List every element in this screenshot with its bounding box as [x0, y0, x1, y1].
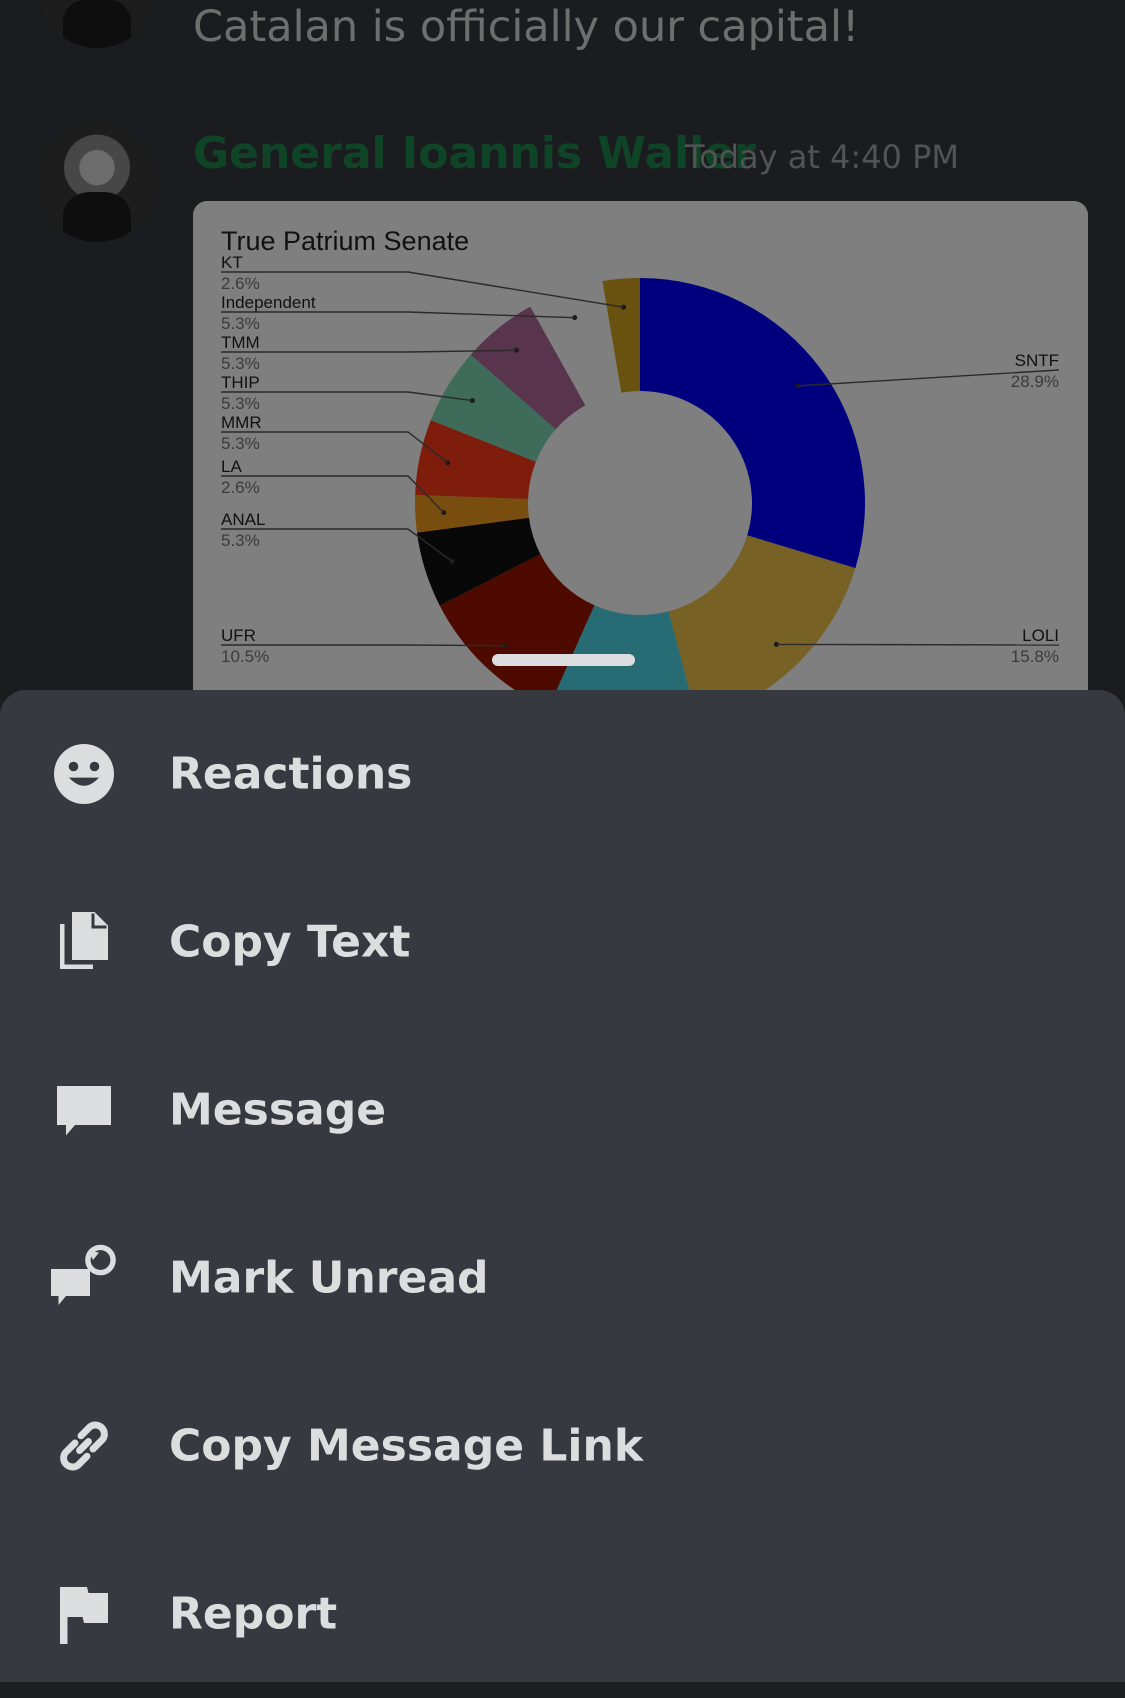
leader-line — [221, 349, 517, 353]
leader-line — [776, 643, 1060, 646]
mark-unread-icon — [51, 1244, 116, 1305]
pie-slice — [640, 278, 865, 569]
leader-line — [221, 644, 505, 647]
chart-image-embed[interactable]: True Patrium Senate SNTF 28.9% LOLI 15.8% UF… — [193, 201, 1088, 721]
copy-icon — [60, 912, 108, 969]
slice-percent: 2.6% — [221, 478, 260, 497]
mark-unread-label: Mark Unread — [169, 1252, 489, 1304]
chat-area: Catalan is officially our capital! Gener… — [0, 0, 1125, 721]
copy-text-button[interactable]: Copy Text — [0, 858, 1125, 1026]
report-button[interactable]: Report — [0, 1530, 1125, 1698]
mark-unread-button[interactable]: Mark Unread — [0, 1194, 1125, 1362]
slice-label: UFR — [221, 626, 256, 645]
avatar[interactable] — [37, 0, 157, 48]
flag-icon — [60, 1587, 108, 1644]
slice-percent: 15.8% — [1011, 647, 1059, 666]
donut-chart: True Patrium Senate SNTF 28.9% LOLI 15.8% UF… — [221, 226, 1060, 721]
slice-label: LOLI — [1022, 626, 1059, 645]
sheet-drag-handle[interactable] — [492, 654, 635, 666]
reactions-label: Reactions — [169, 748, 413, 800]
chart-title: True Patrium Senate — [221, 226, 469, 256]
avatar[interactable] — [37, 122, 157, 242]
copy-text-label: Copy Text — [169, 916, 411, 968]
slice-label: KT — [221, 253, 243, 272]
copy-message-link-button[interactable]: Copy Message Link — [0, 1362, 1125, 1530]
slice-percent: 5.3% — [221, 314, 260, 333]
slice-label: Independent — [221, 293, 316, 312]
copy-message-link-label: Copy Message Link — [169, 1420, 644, 1472]
slice-label: TMM — [221, 333, 260, 352]
previous-message-text: Catalan is officially our capital! — [193, 2, 860, 52]
slice-label: THIP — [221, 373, 260, 392]
message-label: Message — [169, 1084, 387, 1136]
slice-percent: 10.5% — [221, 647, 269, 666]
link-icon — [60, 1421, 108, 1471]
slice-percent: 5.3% — [221, 434, 260, 453]
reactions-button[interactable]: Reactions — [0, 690, 1125, 858]
slice-percent: 2.6% — [221, 274, 260, 293]
report-label: Report — [169, 1588, 338, 1640]
slice-percent: 5.3% — [221, 531, 260, 550]
slice-label: ANAL — [221, 510, 265, 529]
slice-percent: 28.9% — [1011, 372, 1059, 391]
slice-percent: 5.3% — [221, 354, 260, 373]
message-button[interactable]: Message — [0, 1026, 1125, 1194]
message-author[interactable]: General Ioannis Waller — [193, 128, 756, 179]
message-timestamp: Today at 4:40 PM — [685, 138, 959, 176]
chat-bubble-icon — [57, 1086, 111, 1136]
slice-percent: 5.3% — [221, 394, 260, 413]
slice-label: SNTF — [1015, 351, 1059, 370]
action-sheet: Reactions Copy Text Message Mark Unread — [0, 690, 1125, 1682]
slice-label: MMR — [221, 413, 262, 432]
slice-label: LA — [221, 457, 242, 476]
smiley-icon — [54, 744, 114, 804]
